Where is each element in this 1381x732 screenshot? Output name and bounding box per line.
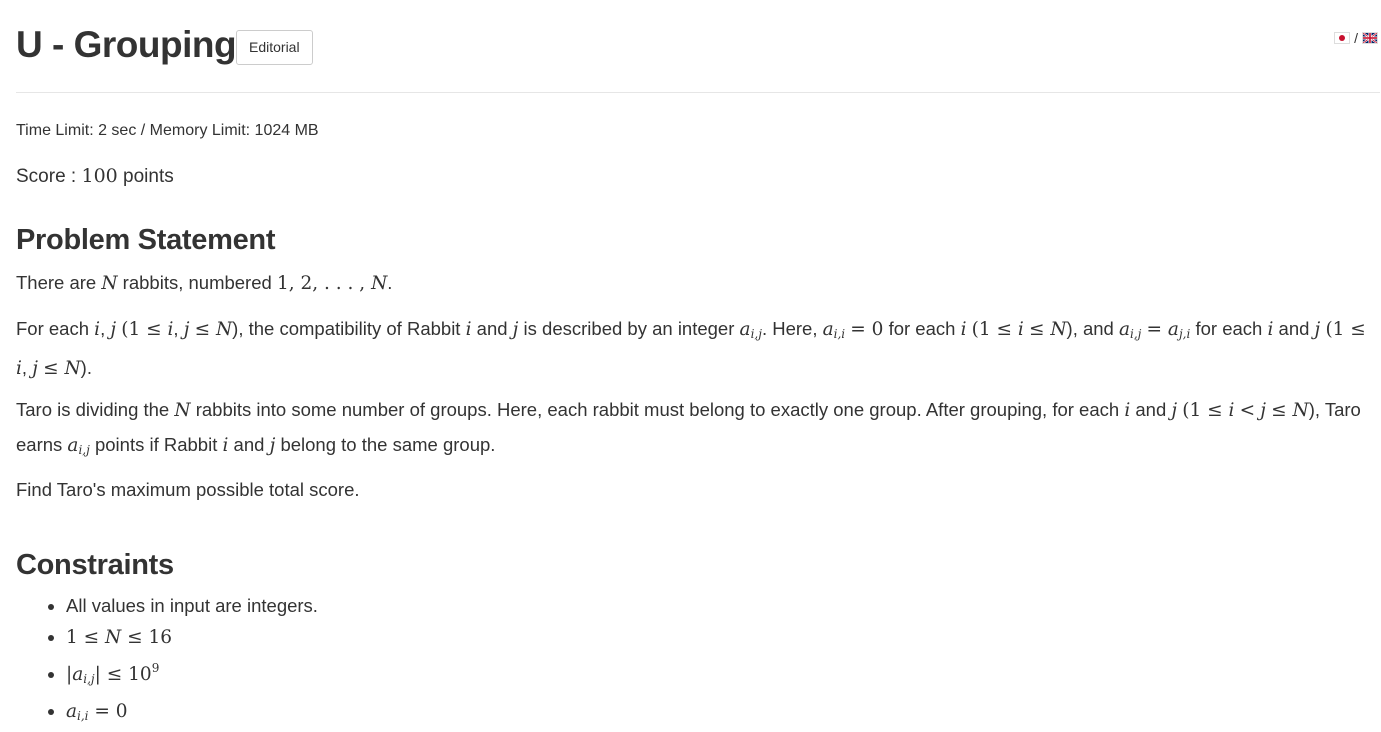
lang-separator: / — [1354, 30, 1358, 46]
score-text: Score : 100 points — [16, 165, 174, 188]
problem-paragraph-2: For each i, j (1 ≤ i, j ≤ N), the compat… — [16, 318, 1366, 379]
score-prefix: Score : — [16, 166, 82, 187]
header: U - Grouping Editorial / — [16, 0, 1380, 93]
score-suffix: points — [117, 166, 174, 187]
uk-flag-icon[interactable] — [1362, 32, 1378, 44]
constraint-item: 1 ≤ N ≤ 16 — [66, 621, 318, 653]
language-switcher: / — [1334, 30, 1378, 46]
problem-paragraph-3: Taro is dividing the N rabbits into some… — [16, 399, 1361, 457]
page-title: U - Grouping — [16, 24, 237, 65]
constraint-item: All values in input are integers. — [66, 590, 318, 621]
constraints-list: All values in input are integers. 1 ≤ N … — [46, 590, 318, 732]
constraint-item: |ai,j| ≤ 109 — [66, 653, 318, 695]
score-value: 100 — [81, 165, 118, 187]
problem-statement-heading: Problem Statement — [16, 224, 276, 256]
constraints-heading: Constraints — [16, 549, 174, 581]
constraint-item: ai,i = 0 — [66, 695, 318, 732]
limits-text: Time Limit: 2 sec / Memory Limit: 1024 M… — [16, 122, 319, 139]
japan-flag-icon[interactable] — [1334, 32, 1351, 44]
editorial-button[interactable]: Editorial — [236, 30, 313, 65]
problem-paragraph-1: There are N rabbits, numbered 1, 2, . . … — [16, 272, 393, 294]
problem-page: U - Grouping Editorial / Time Limit: 2 s… — [16, 0, 1380, 723]
problem-paragraph-4: Find Taro's maximum possible total score… — [16, 479, 360, 500]
